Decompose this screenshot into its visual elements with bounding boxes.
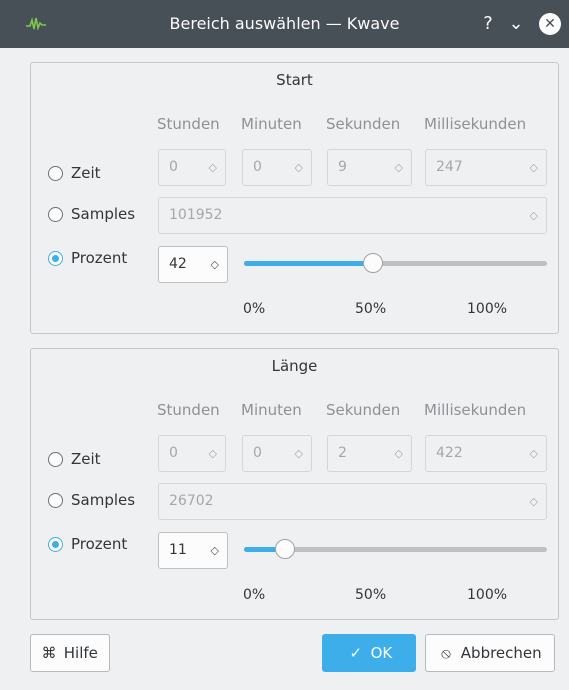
length-slider-handle[interactable] — [275, 539, 296, 559]
length-seconds-spinbox[interactable]: 2 ◇ — [327, 435, 412, 472]
start-samples-label[interactable]: Samples — [71, 205, 135, 223]
column-seconds: Sekunden — [326, 115, 401, 133]
spin-arrows-icon: ◇ — [210, 258, 219, 271]
start-percent-label[interactable]: Prozent — [71, 249, 127, 267]
help-question-icon[interactable]: ? — [479, 12, 497, 36]
length-tick-100: 100% — [467, 587, 508, 603]
spin-arrows-icon: ◇ — [294, 447, 303, 460]
start-seconds-value: 9 — [338, 159, 347, 175]
length-tick-50: 50% — [355, 587, 387, 603]
start-minutes-spinbox[interactable]: 0 ◇ — [242, 149, 312, 186]
length-time-radio[interactable] — [48, 452, 63, 467]
ok-button[interactable]: ✓ OK — [322, 634, 416, 672]
length-tick-0: 0% — [243, 587, 266, 603]
length-group: Länge Stunden Minuten Sekunden Milliseku… — [30, 348, 559, 620]
length-seconds-value: 2 — [338, 445, 347, 461]
start-time-label[interactable]: Zeit — [71, 164, 101, 182]
start-minutes-value: 0 — [253, 159, 262, 175]
length-minutes-spinbox[interactable]: 0 ◇ — [242, 435, 312, 472]
start-tick-100: 100% — [467, 301, 508, 317]
start-milliseconds-spinbox[interactable]: 247 ◇ — [425, 149, 547, 186]
start-group-title: Start — [276, 71, 313, 89]
start-percent-value: 42 — [169, 256, 187, 272]
cancel-icon: ⦸ — [441, 644, 451, 662]
length-samples-spinbox[interactable]: 26702 ◇ — [158, 483, 547, 520]
length-samples-label[interactable]: Samples — [71, 491, 135, 509]
length-samples-radio[interactable] — [48, 493, 63, 508]
column-milliseconds: Millisekunden — [424, 401, 527, 419]
close-icon[interactable]: ✕ — [539, 13, 561, 35]
title-bar: Bereich auswählen — Kwave ? ⌄ ✕ — [0, 0, 569, 48]
cancel-button-label: Abbrechen — [460, 644, 542, 662]
start-milliseconds-value: 247 — [436, 159, 463, 175]
check-icon: ✓ — [349, 644, 363, 662]
length-group-title: Länge — [271, 357, 318, 375]
help-button-label: Hilfe — [63, 644, 98, 662]
start-time-radio[interactable] — [48, 166, 63, 181]
spin-arrows-icon: ◇ — [529, 209, 538, 222]
length-hours-spinbox[interactable]: 0 ◇ — [158, 435, 226, 472]
spin-arrows-icon: ◇ — [208, 161, 217, 174]
start-samples-value: 101952 — [169, 207, 223, 223]
start-tick-0: 0% — [243, 301, 266, 317]
length-percent-label[interactable]: Prozent — [71, 535, 127, 553]
column-hours: Stunden — [157, 401, 220, 419]
length-samples-value: 26702 — [169, 493, 214, 509]
column-milliseconds: Millisekunden — [424, 115, 527, 133]
spin-arrows-icon: ◇ — [394, 161, 403, 174]
start-hours-spinbox[interactable]: 0 ◇ — [158, 149, 226, 186]
length-time-label[interactable]: Zeit — [71, 450, 101, 468]
spin-arrows-icon: ◇ — [529, 161, 538, 174]
start-hours-value: 0 — [169, 159, 178, 175]
column-minutes: Minuten — [241, 115, 302, 133]
spin-arrows-icon: ◇ — [294, 161, 303, 174]
start-samples-spinbox[interactable]: 101952 ◇ — [158, 197, 547, 234]
start-slider-handle[interactable] — [362, 253, 383, 273]
length-percent-radio[interactable] — [48, 537, 63, 552]
column-minutes: Minuten — [241, 401, 302, 419]
spin-arrows-icon: ◇ — [208, 447, 217, 460]
length-milliseconds-value: 422 — [436, 445, 463, 461]
column-hours: Stunden — [157, 115, 220, 133]
length-minutes-value: 0 — [253, 445, 262, 461]
start-tick-50: 50% — [355, 301, 387, 317]
spin-arrows-icon: ◇ — [394, 447, 403, 460]
minimize-chevron-icon[interactable]: ⌄ — [505, 12, 527, 36]
spin-arrows-icon: ◇ — [529, 447, 538, 460]
length-percent-spinbox[interactable]: 11 ◇ — [158, 532, 228, 569]
length-percent-value: 11 — [169, 542, 187, 558]
ok-button-label: OK — [370, 644, 393, 662]
start-samples-radio[interactable] — [48, 207, 63, 222]
length-milliseconds-spinbox[interactable]: 422 ◇ — [425, 435, 547, 472]
help-icon: ⌘ — [41, 644, 57, 662]
spin-arrows-icon: ◇ — [529, 495, 538, 508]
column-seconds: Sekunden — [326, 401, 401, 419]
start-slider-fill — [244, 261, 373, 266]
length-hours-value: 0 — [169, 445, 178, 461]
start-group: Start Stunden Minuten Sekunden Milliseku… — [30, 62, 559, 334]
start-seconds-spinbox[interactable]: 9 ◇ — [327, 149, 412, 186]
start-percent-spinbox[interactable]: 42 ◇ — [158, 246, 228, 283]
help-button[interactable]: ⌘ Hilfe — [30, 634, 110, 672]
spin-arrows-icon: ◇ — [210, 544, 219, 557]
cancel-button[interactable]: ⦸ Abbrechen — [425, 634, 555, 672]
start-percent-radio[interactable] — [48, 251, 63, 266]
